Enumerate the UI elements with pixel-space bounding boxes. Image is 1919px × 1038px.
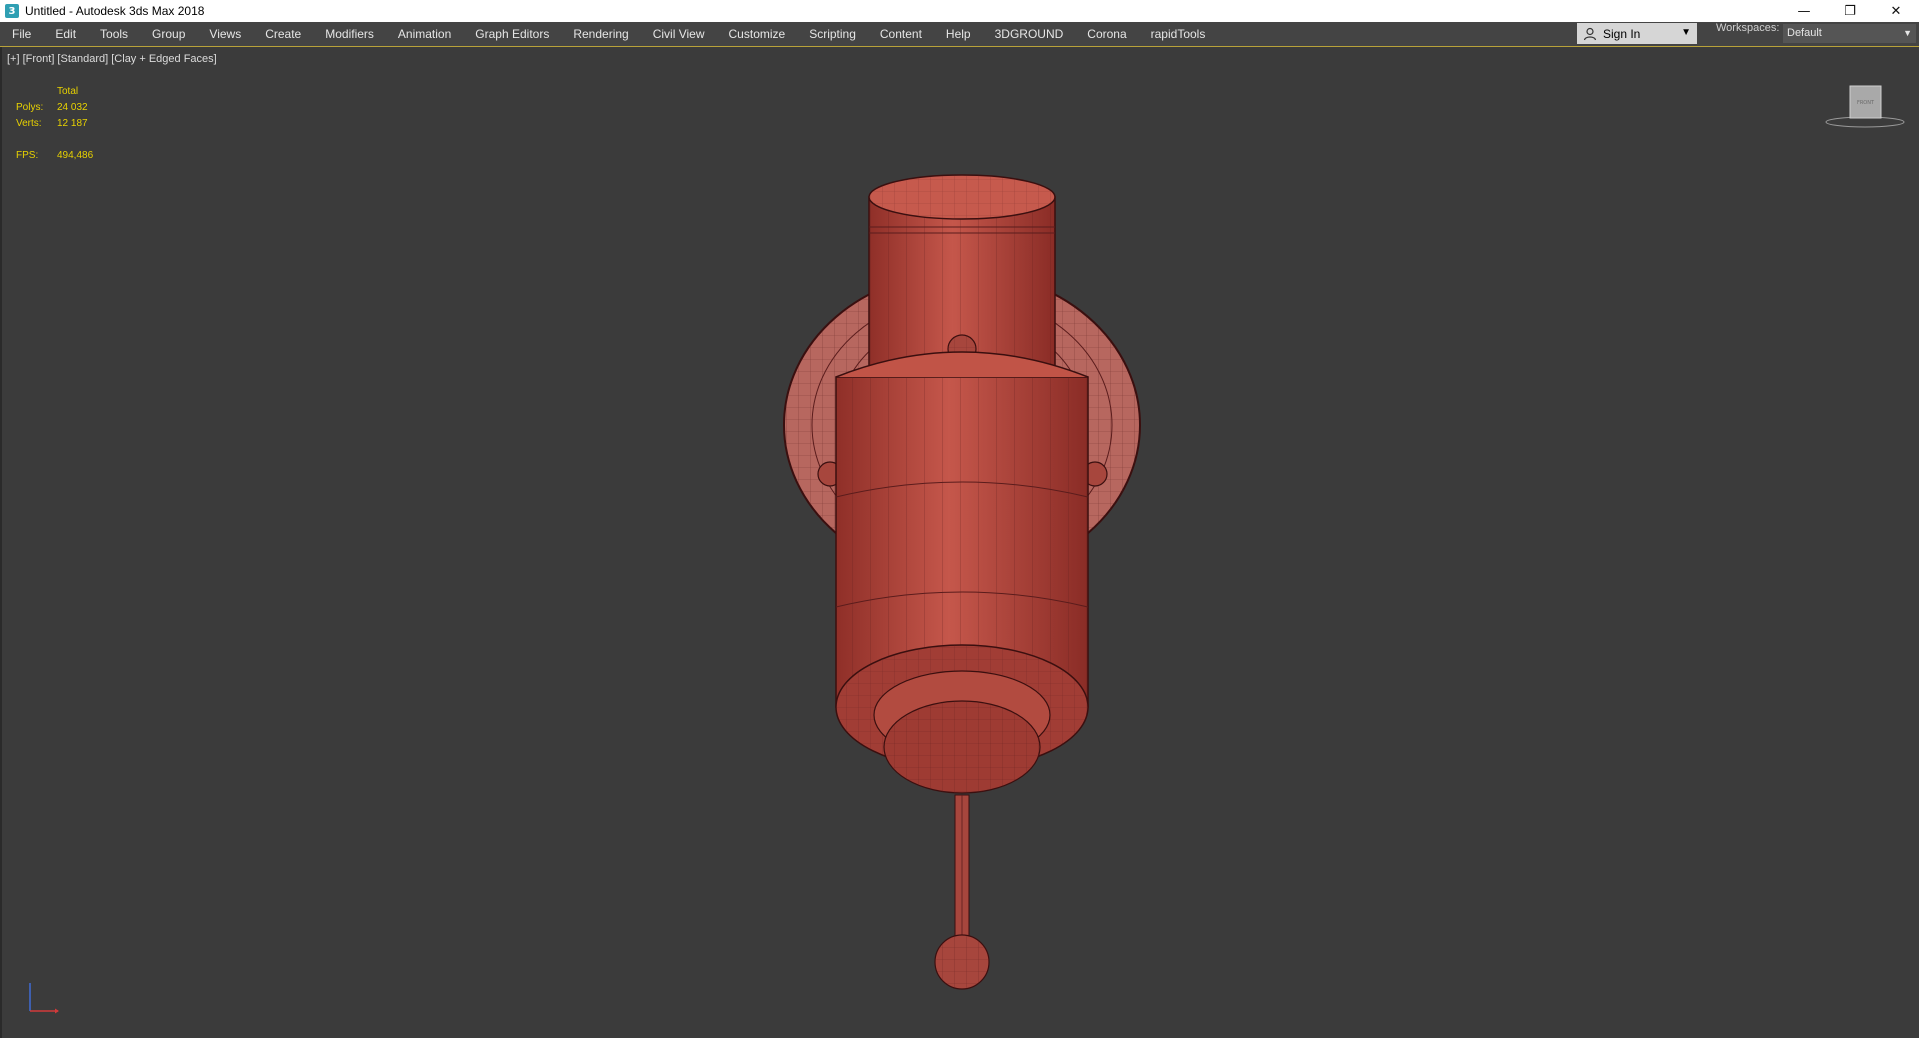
chevron-down-icon: ▼ [1903, 28, 1912, 38]
verts-label: Verts: [16, 118, 42, 129]
viewport-label[interactable]: [+] [Front] [Standard] [Clay + Edged Fac… [7, 53, 217, 65]
3d-model-render[interactable] [762, 167, 1162, 1007]
menu-animation[interactable]: Animation [386, 22, 463, 46]
fps-label: FPS: [16, 150, 39, 161]
workspaces-label: Workspaces: [1716, 22, 1780, 34]
menu-corona[interactable]: Corona [1075, 22, 1138, 46]
sign-in-label: Sign In [1603, 26, 1641, 41]
window-controls: — ❐ ✕ [1781, 0, 1919, 22]
verts-value: 12 187 [57, 118, 88, 129]
title-bar: 3 Untitled - Autodesk 3ds Max 2018 — ❐ ✕ [0, 0, 1919, 22]
maximize-button[interactable]: ❐ [1827, 0, 1873, 22]
polys-label: Polys: [16, 102, 44, 113]
menu-group[interactable]: Group [140, 22, 197, 46]
user-icon [1583, 27, 1597, 40]
menu-graph-editors[interactable]: Graph Editors [463, 22, 561, 46]
menu-modifiers[interactable]: Modifiers [313, 22, 386, 46]
window-title: Untitled - Autodesk 3ds Max 2018 [25, 4, 205, 18]
workspaces-select[interactable]: Default ▼ [1783, 24, 1916, 43]
fps-value: 494,486 [57, 150, 94, 161]
menu-help[interactable]: Help [934, 22, 983, 46]
menu-content[interactable]: Content [868, 22, 934, 46]
menu-customize[interactable]: Customize [717, 22, 798, 46]
menu-views[interactable]: Views [197, 22, 253, 46]
menu-scripting[interactable]: Scripting [797, 22, 868, 46]
menu-tools[interactable]: Tools [88, 22, 140, 46]
menu-create[interactable]: Create [253, 22, 313, 46]
chevron-down-icon: ▼ [1681, 27, 1691, 38]
menu-rapidtools[interactable]: rapidTools [1139, 22, 1218, 46]
close-button[interactable]: ✕ [1873, 0, 1919, 22]
menu-civil-view[interactable]: Civil View [641, 22, 717, 46]
axis-tripod-icon [29, 983, 59, 1014]
minimize-button[interactable]: — [1781, 0, 1827, 22]
menu-file[interactable]: File [0, 22, 43, 46]
stats-header: Total [57, 86, 79, 97]
viewcube-face-label: FRONT [1857, 100, 1875, 106]
app-icon[interactable]: 3 [5, 4, 19, 18]
menu-edit[interactable]: Edit [43, 22, 88, 46]
polys-value: 24 032 [57, 102, 88, 113]
workspaces-value: Default [1787, 27, 1822, 39]
menu-3dground[interactable]: 3DGROUND [983, 22, 1076, 46]
viewcube-icon[interactable]: FRONT [1824, 84, 1906, 130]
sign-in-dropdown[interactable]: Sign In ▼ [1577, 23, 1697, 44]
front-viewport[interactable]: [+] [Front] [Standard] [Clay + Edged Fac… [0, 47, 1919, 1038]
menu-rendering[interactable]: Rendering [561, 22, 640, 46]
